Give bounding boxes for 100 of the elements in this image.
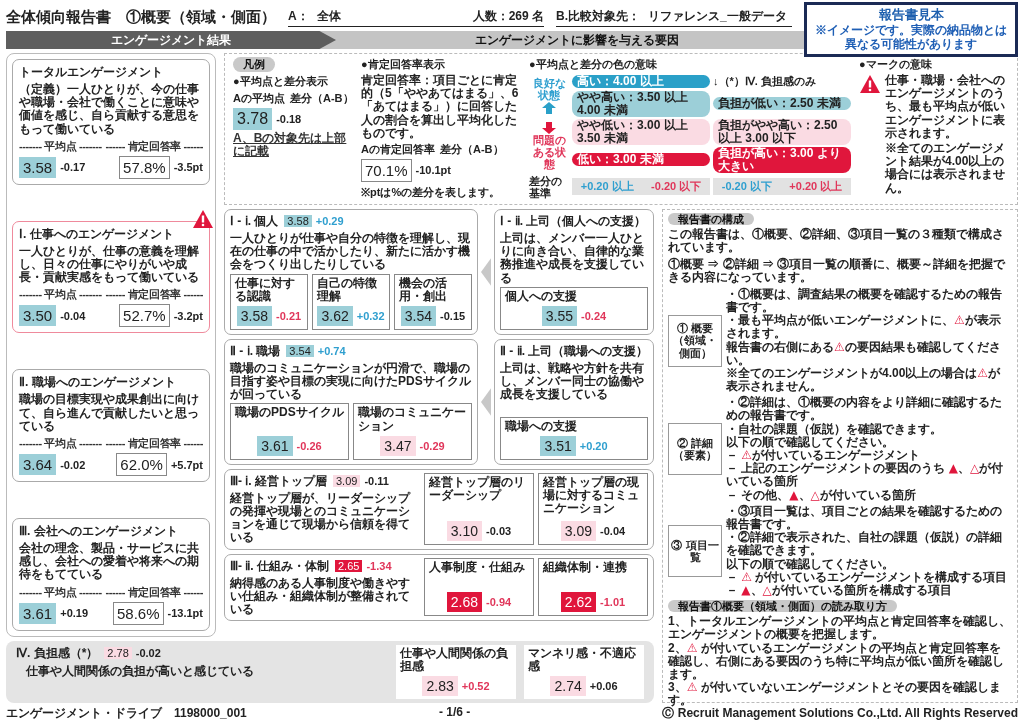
factor-title: Ⅰ - ⅰ. 個人 <box>230 212 279 230</box>
field-value: リファレンス_一般データ <box>648 8 787 25</box>
score-value: 3.54 <box>400 305 437 326</box>
score-diff: +0.32 <box>356 309 385 322</box>
guide-text: ・①概要は、調査結果の概要を確認するための報告書です。 <box>726 287 1003 314</box>
rate-value: 62.0% <box>116 453 167 476</box>
guide-text: ・最も平均点が低いエンゲージメントに、⚠が表示されます。 <box>726 314 1002 341</box>
down-arrow-icon <box>542 121 556 134</box>
item-label: 機会の活用・創出 <box>399 276 448 303</box>
rate-value: 70.1% <box>361 158 412 182</box>
score-value: 3.09 <box>333 475 361 488</box>
guide-text: － ⚠ が付いているエンゲージメントを構成する項目 <box>726 570 1009 584</box>
column-label: ------- 平均点 ------- <box>19 436 102 451</box>
card-title: Ⅱ. 職場へのエンゲージメント <box>19 374 177 392</box>
legend-text: 肯定回答率：項目ごとに肯定的（5「ややあてはまる」、6「あてはまる」）に回答した人の割合を算出し平均化したものです。 <box>361 74 520 140</box>
score-diff: -0.03 <box>486 524 512 537</box>
score-diff: -0.21 <box>276 309 302 322</box>
factor-description: 上司は、戦略や方針を共有し、メンバー同士の協働や成長を支援している <box>500 361 645 402</box>
factor-description: 経営トップ層が、リーダーシップの発揮や現場とのコミュニケーションを通じて現場から信頼を得ている <box>230 491 412 545</box>
score-diff: -0.11 <box>364 475 389 488</box>
guide-text: － 上記のエンゲージメントの要因のうち ▲、△が付いている箇所 <box>726 462 1005 489</box>
guide-text: 3、⚠ が付いていないエンゲージメントとその要因を確認します。 <box>668 681 1002 708</box>
score-diff: -1.01 <box>600 596 626 609</box>
legend-heading: ●平均点と差分の色の意味 <box>529 57 658 72</box>
rate-diff: -10.1pt <box>415 164 451 177</box>
guide-text: 以下の順で確認してください。 <box>726 435 894 450</box>
legend-label: 差分（A-B） <box>289 91 354 106</box>
left-pointer-icon <box>481 386 491 417</box>
legend-label: 差分（A-B） <box>439 141 504 157</box>
report-name: ③ 項目一覧 <box>671 538 719 564</box>
results-banner: エンゲージメント結果 <box>6 31 336 49</box>
rate-diff: -3.5pt <box>173 161 203 174</box>
score-diff: -0.02 <box>60 458 86 471</box>
field-value: 全体 <box>316 8 341 25</box>
card-title: Ⅲ. 会社へのエンゲージメント <box>19 523 179 541</box>
score-value: 3.58 <box>284 215 312 228</box>
band-pill: 負担がやや高い：2.50 以上 3.00 以下 <box>713 118 851 145</box>
score-value: 3.51 <box>540 435 576 456</box>
card-description: 職場の目標実現や成果創出に向けて、自ら進んで貢献したいと思っている <box>19 393 200 433</box>
legend-note: ※ptは%の差分を表します。 <box>361 184 502 200</box>
score-diff: +0.19 <box>60 607 89 620</box>
legend-label: Aの平均点 <box>233 91 285 106</box>
band-pill: 低い：3.00 未満 <box>572 153 710 167</box>
state-label: 問題のある状態 <box>531 133 567 170</box>
legend-tag: 凡例 <box>233 57 275 72</box>
warning-icon <box>859 74 881 94</box>
score-value: 3.61 <box>19 602 57 624</box>
copyright-text: Ⓒ Recruit Management Solutions Co.,Ltd. All Rights Reserved <box>662 706 1018 722</box>
card-description: （定義）一人ひとりが、今の仕事や職場・会社で働くことに意味や価値を感じ、自ら貢献する意思をもって働いている <box>19 83 200 136</box>
score-value: 3.55 <box>541 305 578 326</box>
item-label: 自己の特徴理解 <box>317 276 378 303</box>
item-label: 職場のPDSサイクル <box>235 406 344 420</box>
band-pill: 高い：4.00 以上 <box>572 75 710 88</box>
score-value: 3.47 <box>380 435 416 456</box>
factor-description: 仕事や人間関係の負担が高いと感じている <box>24 664 255 678</box>
column-label: ------- 平均点 ------- <box>19 138 102 154</box>
score-diff: -0.04 <box>600 524 626 537</box>
item-label: 経営トップ層のリーダーシップ <box>429 475 526 503</box>
column-label: ------ 肯定回答率 ------ <box>105 584 203 600</box>
field-label: A： <box>288 8 309 25</box>
score-diff: +0.20 <box>579 439 608 452</box>
legend-link[interactable]: A、Bの対象先は上部に記載 <box>233 132 353 159</box>
rate-value: 52.7% <box>119 304 170 328</box>
guide-text: 1、トータルエンゲージメントの平均点と肯定回答率を確認し、エンゲージメントの概要を把握します。 <box>668 615 1012 642</box>
score-value: 3.54 <box>286 345 314 358</box>
report-name: （要素） <box>673 449 717 462</box>
score-value: 3.64 <box>19 454 57 475</box>
score-value: 3.58 <box>236 305 273 326</box>
band-pill: 負担が低い：2.50 未満 <box>713 97 851 111</box>
score-diff: +0.74 <box>317 345 346 358</box>
score-value: 2.78 <box>104 647 132 660</box>
base-value: +0.20 以上 <box>789 179 843 195</box>
card-description: 会社の理念、製品・サービスに共感し、会社への愛着や将来への期待をもてている <box>19 542 200 582</box>
band-pill: やや高い：3.50 以上 4.00 未満 <box>572 91 710 117</box>
guide-text: － ▲、△が付いている箇所を構成する項目 <box>726 583 952 598</box>
base-label: 差分の基準 <box>529 174 563 199</box>
rate-diff: -3.2pt <box>173 309 203 322</box>
rate-value: 58.6% <box>113 601 164 625</box>
guide-text: ※全てのエンゲージメントが4.00以上の場合は⚠が表示されません。 <box>726 366 1002 394</box>
base-value: -0.20 以下 <box>651 179 702 195</box>
burden-note: ↓（*）Ⅳ. 負担感のみ <box>713 74 817 89</box>
column-label: ------ 肯定回答率 ------ <box>105 287 203 303</box>
band-pill: やや低い：3.00 以上 3.50 未満 <box>572 118 710 145</box>
column-label: ------- 平均点 ------- <box>19 584 102 600</box>
legend-heading: ●マークの意味 <box>859 57 933 72</box>
score-diff: -0.15 <box>440 309 466 322</box>
guide-text: 以下の順で確認してください。 <box>726 557 895 571</box>
factor-title: Ⅱ - ⅱ. 上司（職場への支援） <box>500 342 649 360</box>
column-label: ------- 平均点 ------- <box>19 287 102 303</box>
card-title: Ⅰ. 仕事へのエンゲージメント <box>19 225 175 243</box>
score-value: 3.10 <box>446 520 483 541</box>
page-number: - 1/6 - <box>438 705 471 721</box>
guide-text: 2、⚠ が付いているエンゲージメントの平均点と肯定回答率を確認し、右側にある要因のうち特に平均点が低い箇所を確認します。 <box>668 641 1005 681</box>
score-value: 3.61 <box>257 435 293 456</box>
item-label: 人事制度・仕組み <box>429 560 526 574</box>
score-value: 2.62 <box>560 592 597 613</box>
score-value: 3.62 <box>317 305 353 326</box>
score-value: 2.65 <box>335 560 363 573</box>
score-diff: -0.17 <box>60 161 86 174</box>
up-arrow-icon <box>542 101 556 114</box>
